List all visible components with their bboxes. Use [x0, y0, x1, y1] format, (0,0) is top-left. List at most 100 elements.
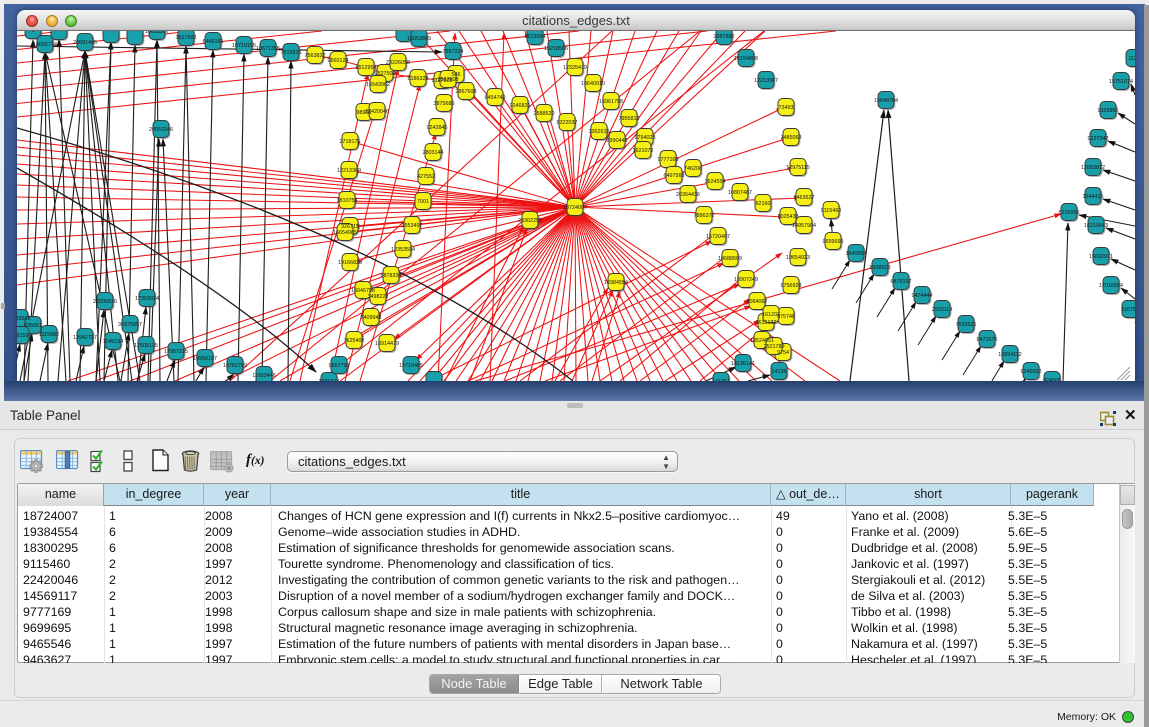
svg-text:7625402: 7625402	[344, 338, 365, 344]
svg-text:9756928: 9756928	[781, 283, 802, 289]
svg-text:1640954: 1640954	[846, 251, 867, 257]
svg-text:10807487: 10807487	[728, 190, 752, 196]
svg-text:6879197: 6879197	[891, 279, 912, 285]
svg-text:7357224: 7357224	[443, 49, 464, 55]
svg-text:9146821: 9146821	[510, 103, 531, 109]
svg-text:7632621: 7632621	[956, 322, 977, 328]
svg-text:10671355: 10671355	[256, 46, 280, 52]
svg-text:9857791: 9857791	[329, 363, 350, 369]
svg-text:7955812: 7955812	[619, 116, 640, 122]
svg-text:16914479: 16914479	[375, 341, 399, 347]
svg-text:8454749: 8454749	[485, 95, 506, 101]
svg-text:14136: 14136	[772, 369, 787, 375]
svg-text:12942737: 12942737	[73, 335, 97, 341]
svg-text:9699695: 9699695	[823, 239, 844, 245]
svg-text:20053346: 20053346	[149, 127, 173, 133]
svg-text:19654923: 19654923	[786, 255, 810, 261]
svg-text:10653267: 10653267	[145, 31, 169, 35]
svg-text:14136141: 14136141	[731, 361, 755, 367]
svg-text:3498222: 3498222	[368, 294, 389, 300]
svg-text:12213369: 12213369	[337, 168, 361, 174]
svg-text:12353594: 12353594	[391, 247, 415, 253]
svg-text:73493: 73493	[779, 105, 794, 111]
svg-text:1025438: 1025438	[778, 214, 799, 220]
svg-text:15716485: 15716485	[399, 363, 423, 369]
svg-text:1: 1	[32, 31, 35, 34]
svg-text:19384554: 19384554	[604, 280, 628, 286]
svg-text:1244415: 1244415	[1083, 194, 1104, 200]
svg-text:18640910: 18640910	[581, 81, 605, 87]
svg-text:2867608: 2867608	[456, 89, 477, 95]
svg-text:8186328: 8186328	[408, 76, 429, 82]
svg-text:3624554: 3624554	[705, 179, 726, 185]
svg-text:23302255: 23302255	[518, 218, 542, 224]
svg-text:30975857: 30975857	[118, 322, 142, 328]
svg-text:6466161: 6466161	[203, 39, 224, 45]
svg-text:10719155: 10719155	[232, 43, 256, 49]
svg-text:1621072: 1621072	[633, 148, 654, 154]
svg-text:1112: 1112	[1128, 56, 1135, 62]
svg-text:8613054: 8613054	[525, 34, 546, 40]
svg-text:16648784: 16648784	[874, 98, 898, 104]
svg-text:9660124: 9660124	[328, 58, 349, 64]
svg-text:7886372: 7886372	[694, 213, 715, 219]
svg-text:17957235: 17957235	[164, 349, 188, 355]
svg-text:8471676: 8471676	[977, 337, 998, 343]
svg-text:2933114: 2933114	[932, 307, 953, 313]
svg-text:1145194: 1145194	[103, 339, 124, 345]
svg-text:2718176: 2718176	[340, 139, 361, 145]
svg-text:9794028: 9794028	[635, 135, 656, 141]
svg-text:19218506: 19218506	[544, 46, 568, 52]
svg-text:15751074: 15751074	[1109, 79, 1133, 85]
svg-text:1362615: 1362615	[589, 129, 610, 135]
svg-text:8912954: 8912954	[356, 65, 377, 71]
svg-text:2521789: 2521789	[764, 344, 785, 350]
svg-text:12975115: 12975115	[786, 165, 810, 171]
svg-text:8990448: 8990448	[607, 138, 628, 144]
svg-text:9754: 9754	[777, 350, 789, 356]
svg-text:2803144: 2803144	[423, 150, 444, 156]
svg-text:1810755: 1810755	[337, 198, 358, 204]
svg-text:8938923: 8938923	[870, 265, 891, 271]
svg-text:116753: 116753	[1121, 307, 1135, 313]
svg-text:9777169: 9777169	[658, 157, 679, 163]
svg-text:16543962: 16543962	[366, 82, 390, 88]
svg-text:14055714: 14055714	[33, 42, 57, 48]
svg-text:10958107: 10958107	[193, 356, 217, 362]
svg-text:12325419: 12325419	[563, 65, 587, 71]
svg-text:20691406: 20691406	[73, 40, 97, 46]
svg-text:9084067: 9084067	[747, 299, 768, 305]
svg-text:8409948: 8409948	[361, 315, 382, 321]
svg-text:14957904: 14957904	[792, 223, 816, 229]
svg-text:22420046: 22420046	[365, 109, 389, 115]
svg-text:16654985: 16654985	[333, 230, 357, 236]
svg-text:9245652: 9245652	[1021, 369, 1042, 375]
svg-text:1115682: 1115682	[39, 332, 59, 338]
svg-text:1783506: 1783506	[17, 316, 31, 322]
svg-text:9474444: 9474444	[912, 293, 933, 299]
svg-text:15692971: 15692971	[1089, 254, 1113, 260]
svg-text:746206: 746206	[684, 166, 702, 172]
svg-text:2588520: 2588520	[534, 111, 555, 117]
svg-text:17016504: 17016504	[1099, 283, 1123, 289]
svg-text:1527602: 1527602	[176, 35, 197, 41]
svg-text:9527508: 9527508	[438, 77, 459, 83]
svg-text:16961758: 16961758	[599, 99, 623, 105]
svg-text:39159: 39159	[17, 333, 29, 339]
svg-text:10654112: 10654112	[998, 352, 1022, 358]
svg-text:23226058: 23226058	[386, 60, 410, 66]
svg-text:15720407: 15720407	[706, 234, 730, 240]
svg-text:8322037: 8322037	[557, 120, 578, 126]
svg-text:8215955: 8215955	[1059, 210, 1080, 216]
svg-text:12505135: 12505135	[134, 343, 158, 349]
svg-text:427552: 427552	[417, 174, 435, 180]
svg-text:62160: 62160	[756, 201, 771, 207]
svg-text:9463627: 9463627	[794, 195, 815, 201]
svg-text:12093872: 12093872	[1081, 165, 1105, 171]
svg-text:18907249: 18907249	[734, 277, 758, 283]
svg-text:7515526: 7515526	[281, 50, 302, 56]
svg-text:8878334: 8878334	[381, 273, 402, 279]
svg-text:9242845: 9242845	[427, 125, 448, 131]
svg-text:6497568: 6497568	[664, 173, 685, 179]
svg-text:11923446: 11923446	[252, 373, 276, 379]
